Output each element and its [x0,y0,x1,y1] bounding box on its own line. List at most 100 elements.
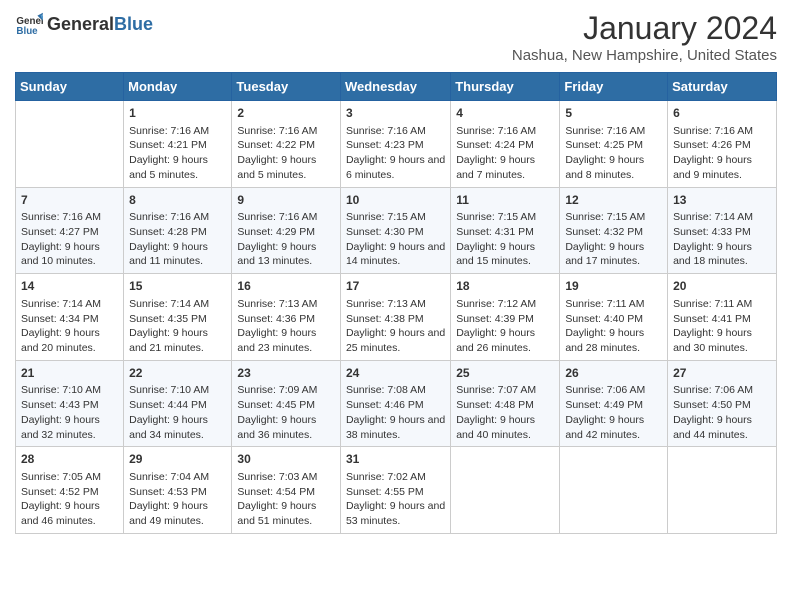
sunrise-text: Sunrise: 7:14 AM [673,210,771,225]
sunrise-text: Sunrise: 7:16 AM [21,210,118,225]
day-number: 23 [237,365,335,382]
day-number: 4 [456,105,554,122]
sunrise-text: Sunrise: 7:15 AM [456,210,554,225]
calendar-cell: 26Sunrise: 7:06 AMSunset: 4:49 PMDayligh… [560,360,668,447]
calendar-cell: 22Sunrise: 7:10 AMSunset: 4:44 PMDayligh… [124,360,232,447]
logo-blue: Blue [114,14,153,34]
calendar-cell: 25Sunrise: 7:07 AMSunset: 4:48 PMDayligh… [451,360,560,447]
day-number: 3 [346,105,445,122]
calendar-cell: 8Sunrise: 7:16 AMSunset: 4:28 PMDaylight… [124,187,232,274]
day-number: 27 [673,365,771,382]
logo-general: General [47,14,114,34]
day-number: 7 [21,192,118,209]
daylight-text: Daylight: 9 hours and 11 minutes. [129,240,226,269]
sunset-text: Sunset: 4:25 PM [565,138,662,153]
daylight-text: Daylight: 9 hours and 5 minutes. [129,153,226,182]
sunrise-text: Sunrise: 7:09 AM [237,383,335,398]
daylight-text: Daylight: 9 hours and 7 minutes. [456,153,554,182]
sunrise-text: Sunrise: 7:15 AM [565,210,662,225]
daylight-text: Daylight: 9 hours and 40 minutes. [456,413,554,442]
day-number: 17 [346,278,445,295]
sunrise-text: Sunrise: 7:14 AM [21,297,118,312]
sunset-text: Sunset: 4:49 PM [565,398,662,413]
daylight-text: Daylight: 9 hours and 28 minutes. [565,326,662,355]
day-number: 26 [565,365,662,382]
daylight-text: Daylight: 9 hours and 42 minutes. [565,413,662,442]
sunset-text: Sunset: 4:36 PM [237,312,335,327]
sunrise-text: Sunrise: 7:08 AM [346,383,445,398]
day-number: 8 [129,192,226,209]
sunrise-text: Sunrise: 7:13 AM [346,297,445,312]
day-number: 30 [237,451,335,468]
calendar-cell: 9Sunrise: 7:16 AMSunset: 4:29 PMDaylight… [232,187,341,274]
calendar-cell: 12Sunrise: 7:15 AMSunset: 4:32 PMDayligh… [560,187,668,274]
sunset-text: Sunset: 4:27 PM [21,225,118,240]
weekday-header-wednesday: Wednesday [340,73,450,101]
sunset-text: Sunset: 4:38 PM [346,312,445,327]
sunset-text: Sunset: 4:50 PM [673,398,771,413]
day-number: 29 [129,451,226,468]
sunset-text: Sunset: 4:46 PM [346,398,445,413]
calendar-cell: 6Sunrise: 7:16 AMSunset: 4:26 PMDaylight… [668,101,777,188]
daylight-text: Daylight: 9 hours and 44 minutes. [673,413,771,442]
sunrise-text: Sunrise: 7:16 AM [237,210,335,225]
sunset-text: Sunset: 4:40 PM [565,312,662,327]
sunrise-text: Sunrise: 7:05 AM [21,470,118,485]
calendar-table: SundayMondayTuesdayWednesdayThursdayFrid… [15,72,777,534]
sunset-text: Sunset: 4:55 PM [346,485,445,500]
sunset-text: Sunset: 4:24 PM [456,138,554,153]
day-number: 25 [456,365,554,382]
calendar-cell: 18Sunrise: 7:12 AMSunset: 4:39 PMDayligh… [451,274,560,361]
calendar-cell [451,447,560,534]
sunrise-text: Sunrise: 7:16 AM [129,210,226,225]
weekday-header-sunday: Sunday [16,73,124,101]
daylight-text: Daylight: 9 hours and 32 minutes. [21,413,118,442]
day-number: 2 [237,105,335,122]
sunset-text: Sunset: 4:41 PM [673,312,771,327]
daylight-text: Daylight: 9 hours and 15 minutes. [456,240,554,269]
sunrise-text: Sunrise: 7:13 AM [237,297,335,312]
calendar-cell: 13Sunrise: 7:14 AMSunset: 4:33 PMDayligh… [668,187,777,274]
sunset-text: Sunset: 4:39 PM [456,312,554,327]
weekday-header-row: SundayMondayTuesdayWednesdayThursdayFrid… [16,73,777,101]
day-number: 6 [673,105,771,122]
sunrise-text: Sunrise: 7:11 AM [673,297,771,312]
svg-text:Blue: Blue [16,26,38,37]
week-row-2: 7Sunrise: 7:16 AMSunset: 4:27 PMDaylight… [16,187,777,274]
weekday-header-monday: Monday [124,73,232,101]
sunrise-text: Sunrise: 7:11 AM [565,297,662,312]
sunrise-text: Sunrise: 7:16 AM [565,124,662,139]
sunset-text: Sunset: 4:45 PM [237,398,335,413]
sunrise-text: Sunrise: 7:06 AM [565,383,662,398]
calendar-cell: 10Sunrise: 7:15 AMSunset: 4:30 PMDayligh… [340,187,450,274]
month-title: January 2024 [512,10,777,47]
day-number: 28 [21,451,118,468]
daylight-text: Daylight: 9 hours and 30 minutes. [673,326,771,355]
daylight-text: Daylight: 9 hours and 14 minutes. [346,240,445,269]
sunset-text: Sunset: 4:54 PM [237,485,335,500]
week-row-3: 14Sunrise: 7:14 AMSunset: 4:34 PMDayligh… [16,274,777,361]
calendar-cell: 15Sunrise: 7:14 AMSunset: 4:35 PMDayligh… [124,274,232,361]
sunset-text: Sunset: 4:22 PM [237,138,335,153]
sunrise-text: Sunrise: 7:16 AM [346,124,445,139]
weekday-header-thursday: Thursday [451,73,560,101]
calendar-cell: 30Sunrise: 7:03 AMSunset: 4:54 PMDayligh… [232,447,341,534]
daylight-text: Daylight: 9 hours and 23 minutes. [237,326,335,355]
day-number: 15 [129,278,226,295]
daylight-text: Daylight: 9 hours and 49 minutes. [129,499,226,528]
day-number: 11 [456,192,554,209]
sunrise-text: Sunrise: 7:16 AM [129,124,226,139]
weekday-header-saturday: Saturday [668,73,777,101]
daylight-text: Daylight: 9 hours and 21 minutes. [129,326,226,355]
calendar-cell: 20Sunrise: 7:11 AMSunset: 4:41 PMDayligh… [668,274,777,361]
sunset-text: Sunset: 4:21 PM [129,138,226,153]
sunrise-text: Sunrise: 7:06 AM [673,383,771,398]
daylight-text: Daylight: 9 hours and 18 minutes. [673,240,771,269]
sunset-text: Sunset: 4:35 PM [129,312,226,327]
daylight-text: Daylight: 9 hours and 26 minutes. [456,326,554,355]
calendar-cell: 7Sunrise: 7:16 AMSunset: 4:27 PMDaylight… [16,187,124,274]
sunset-text: Sunset: 4:34 PM [21,312,118,327]
calendar-cell: 27Sunrise: 7:06 AMSunset: 4:50 PMDayligh… [668,360,777,447]
sunset-text: Sunset: 4:33 PM [673,225,771,240]
calendar-cell: 1Sunrise: 7:16 AMSunset: 4:21 PMDaylight… [124,101,232,188]
